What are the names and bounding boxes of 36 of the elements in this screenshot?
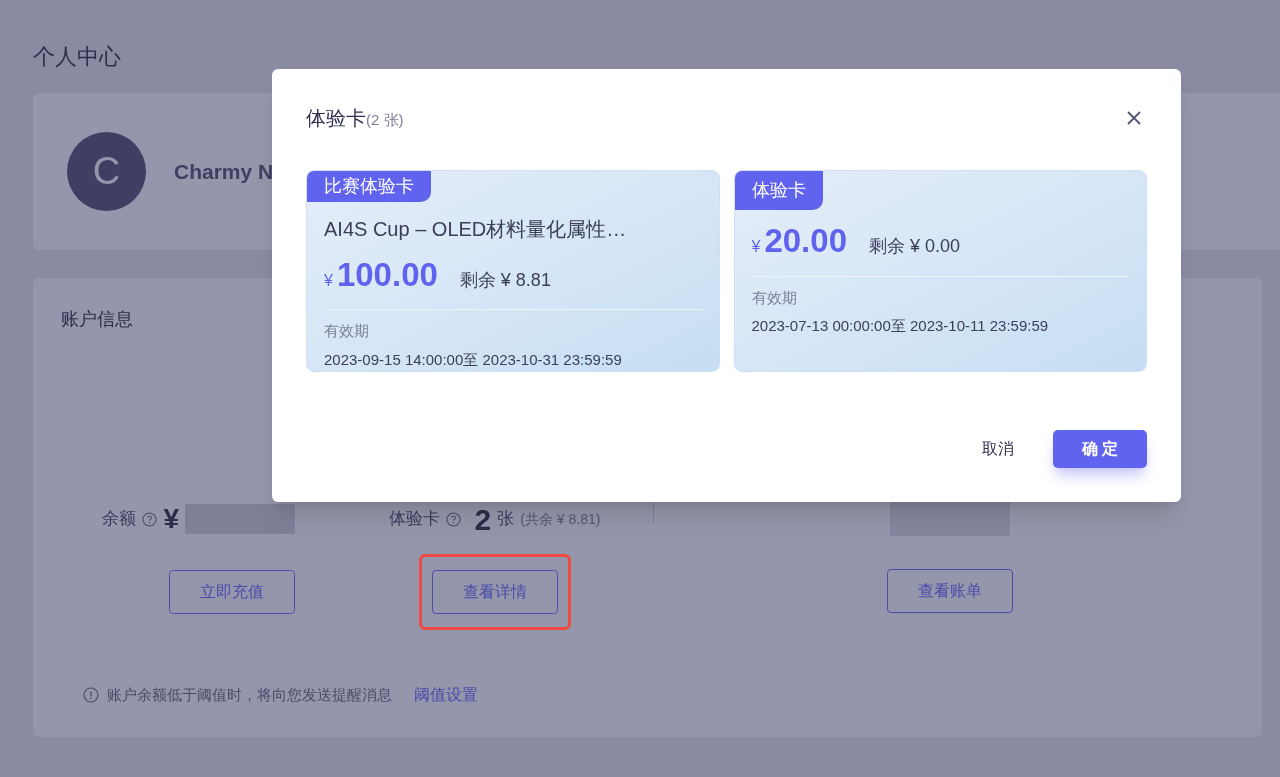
page-title: 个人中心 — [33, 43, 122, 71]
card-count: (2 张) — [366, 111, 404, 130]
remaining-amount: 剩余 ¥ 8.81 — [459, 268, 551, 292]
balance-label: 余额 — [102, 508, 137, 531]
avatar: C — [67, 132, 146, 211]
cancel-button[interactable]: 取消 — [982, 437, 1014, 461]
card-title: AI4S Cup – OLED材料量化属性… — [324, 216, 628, 242]
help-icon — [142, 511, 158, 527]
card-count: 2 — [474, 501, 492, 538]
validity-period: 2023-09-15 14:00:00至 2023-10-31 23:59:59 — [324, 349, 623, 370]
currency-sign: ¥ — [324, 270, 333, 291]
recharge-button[interactable]: 立即充值 — [169, 570, 295, 614]
currency-sign: ¥ — [163, 502, 179, 536]
card-amount: 100.00 — [336, 254, 438, 295]
threshold-settings-link[interactable]: 阈值设置 — [414, 683, 478, 707]
close-icon[interactable] — [1126, 110, 1142, 126]
section-title: 账户信息 — [61, 309, 133, 329]
help-icon — [445, 511, 461, 527]
info-icon — [83, 687, 99, 703]
validity-label: 有效期 — [751, 287, 798, 308]
user-name: Charmy N — [174, 158, 274, 185]
view-bill-button[interactable]: 查看账单 — [887, 569, 1013, 613]
card-amount: 20.00 — [764, 221, 847, 261]
count-unit: 张 — [497, 508, 515, 531]
dialog-title: 体验卡 — [306, 106, 366, 131]
view-details-button[interactable]: 查看详情 — [431, 570, 558, 614]
confirm-button[interactable]: 确 定 — [1053, 430, 1147, 468]
card-tag: 体验卡 — [734, 171, 823, 210]
remaining-amount: 剩余 ¥ 0.00 — [869, 235, 961, 258]
validity-label: 有效期 — [324, 321, 370, 341]
card-tag: 比赛体验卡 — [307, 171, 431, 202]
currency-sign: ¥ — [751, 237, 761, 257]
trial-card-label: 体验卡 — [388, 508, 440, 531]
remaining-total: (共余 ¥ 8.81) — [520, 509, 601, 529]
validity-period: 2023-07-13 00:00:00至 2023-10-11 23:59:59 — [751, 316, 1050, 336]
notice-text: 账户余额低于阈值时，将向您发送提醒消息 — [107, 684, 392, 705]
